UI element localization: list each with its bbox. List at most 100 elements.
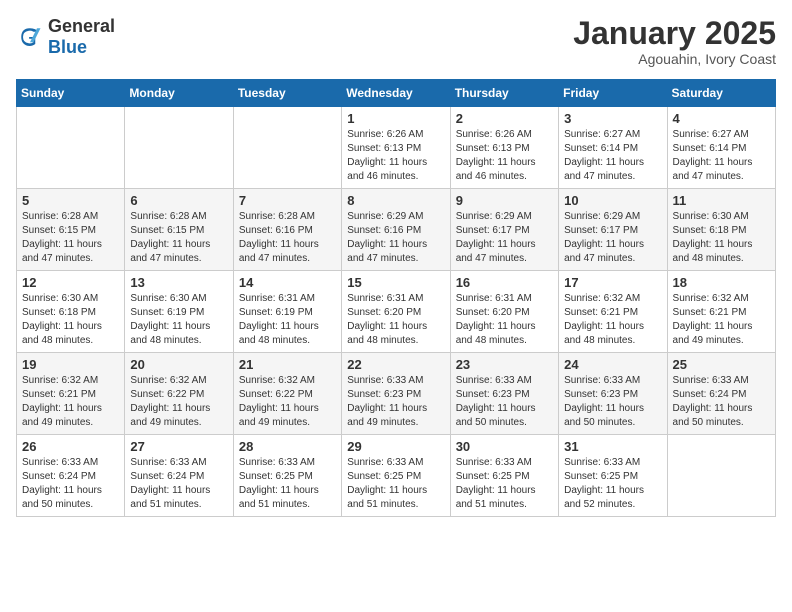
day-info: Sunrise: 6:32 AM Sunset: 6:21 PM Dayligh… [22, 374, 119, 430]
calendar-cell: 21Sunrise: 6:32 AM Sunset: 6:22 PM Dayli… [233, 353, 341, 435]
day-info: Sunrise: 6:33 AM Sunset: 6:23 PM Dayligh… [456, 374, 553, 430]
calendar-cell: 31 Sunrise: 6:33 AM Sunset: 6:25 PM Dayli… [559, 435, 667, 517]
calendar-cell [233, 107, 341, 189]
weekday-header-friday: Friday [559, 80, 667, 107]
calendar-cell: 19 Sunrise: 6:32 AM Sunset: 6:21 PM Dayli… [17, 353, 125, 435]
day-info: Sunrise: 6:32 AM Sunset: 6:21 PM Dayligh… [673, 292, 770, 348]
calendar-cell: 10Sunrise: 6:29 AM Sunset: 6:17 PM Dayli… [559, 189, 667, 271]
day-info: Sunrise: 6:30 AM Sunset: 6:18 PM Dayligh… [22, 292, 119, 348]
day-number: 1 [347, 111, 444, 126]
weekday-header-wednesday: Wednesday [342, 80, 450, 107]
calendar-cell: 18 Sunrise: 6:32 AM Sunset: 6:21 PM Dayli… [667, 271, 775, 353]
page-header: General Blue January 2025 Agouahin, Ivor… [16, 16, 776, 67]
logo-text: General Blue [48, 16, 115, 58]
day-info: Sunrise: 6:27 AM Sunset: 6:14 PM Dayligh… [564, 128, 661, 184]
calendar-cell: 5 Sunrise: 6:28 AM Sunset: 6:15 PM Daylig… [17, 189, 125, 271]
day-info: Sunrise: 6:32 AM Sunset: 6:22 PM Dayligh… [239, 374, 336, 430]
day-number: 8 [347, 193, 444, 208]
calendar-week-2: 5 Sunrise: 6:28 AM Sunset: 6:15 PM Daylig… [17, 189, 776, 271]
calendar-cell: 14Sunrise: 6:31 AM Sunset: 6:19 PM Dayli… [233, 271, 341, 353]
day-number: 27 [130, 439, 227, 454]
calendar-cell: 3 Sunrise: 6:27 AM Sunset: 6:14 PM Daylig… [559, 107, 667, 189]
day-number: 7 [239, 193, 336, 208]
day-info: Sunrise: 6:33 AM Sunset: 6:25 PM Dayligh… [239, 456, 336, 512]
calendar-table: SundayMondayTuesdayWednesdayThursdayFrid… [16, 79, 776, 517]
day-number: 25 [673, 357, 770, 372]
day-info: Sunrise: 6:33 AM Sunset: 6:23 PM Dayligh… [564, 374, 661, 430]
weekday-header-monday: Monday [125, 80, 233, 107]
day-number: 16 [456, 275, 553, 290]
day-number: 15 [347, 275, 444, 290]
calendar-week-5: 26 Sunrise: 6:33 AM Sunset: 6:24 PM Dayli… [17, 435, 776, 517]
day-info: Sunrise: 6:30 AM Sunset: 6:19 PM Dayligh… [130, 292, 227, 348]
day-info: Sunrise: 6:29 AM Sunset: 6:17 PM Dayligh… [456, 210, 553, 266]
calendar-cell: 13 Sunrise: 6:30 AM Sunset: 6:19 PM Dayli… [125, 271, 233, 353]
logo: General Blue [16, 16, 115, 58]
day-info: Sunrise: 6:32 AM Sunset: 6:22 PM Dayligh… [130, 374, 227, 430]
calendar-cell: 25 Sunrise: 6:33 AM Sunset: 6:24 PM Dayli… [667, 353, 775, 435]
weekday-header-tuesday: Tuesday [233, 80, 341, 107]
day-number: 12 [22, 275, 119, 290]
day-number: 13 [130, 275, 227, 290]
calendar-week-1: 1 Sunrise: 6:26 AM Sunset: 6:13 PM Daylig… [17, 107, 776, 189]
day-number: 30 [456, 439, 553, 454]
day-info: Sunrise: 6:33 AM Sunset: 6:25 PM Dayligh… [564, 456, 661, 512]
calendar-cell: 4 Sunrise: 6:27 AM Sunset: 6:14 PM Daylig… [667, 107, 775, 189]
day-number: 10 [564, 193, 661, 208]
day-number: 26 [22, 439, 119, 454]
day-info: Sunrise: 6:26 AM Sunset: 6:13 PM Dayligh… [456, 128, 553, 184]
calendar-cell: 6Sunrise: 6:28 AM Sunset: 6:15 PM Daylig… [125, 189, 233, 271]
day-number: 6 [130, 193, 227, 208]
day-info: Sunrise: 6:27 AM Sunset: 6:14 PM Dayligh… [673, 128, 770, 184]
day-info: Sunrise: 6:30 AM Sunset: 6:18 PM Dayligh… [673, 210, 770, 266]
day-number: 29 [347, 439, 444, 454]
day-info: Sunrise: 6:33 AM Sunset: 6:23 PM Dayligh… [347, 374, 444, 430]
day-info: Sunrise: 6:32 AM Sunset: 6:21 PM Dayligh… [564, 292, 661, 348]
day-info: Sunrise: 6:33 AM Sunset: 6:24 PM Dayligh… [130, 456, 227, 512]
day-number: 24 [564, 357, 661, 372]
day-number: 19 [22, 357, 119, 372]
weekday-header-row: SundayMondayTuesdayWednesdayThursdayFrid… [17, 80, 776, 107]
day-info: Sunrise: 6:26 AM Sunset: 6:13 PM Dayligh… [347, 128, 444, 184]
calendar-cell: 26 Sunrise: 6:33 AM Sunset: 6:24 PM Dayli… [17, 435, 125, 517]
day-number: 20 [130, 357, 227, 372]
logo-icon [16, 23, 44, 51]
day-number: 23 [456, 357, 553, 372]
calendar-cell: 17 Sunrise: 6:32 AM Sunset: 6:21 PM Dayli… [559, 271, 667, 353]
weekday-header-sunday: Sunday [17, 80, 125, 107]
weekday-header-thursday: Thursday [450, 80, 558, 107]
day-info: Sunrise: 6:33 AM Sunset: 6:24 PM Dayligh… [673, 374, 770, 430]
calendar-cell: 16Sunrise: 6:31 AM Sunset: 6:20 PM Dayli… [450, 271, 558, 353]
calendar-cell: 12 Sunrise: 6:30 AM Sunset: 6:18 PM Dayli… [17, 271, 125, 353]
day-number: 18 [673, 275, 770, 290]
month-title: January 2025 [573, 16, 776, 51]
day-info: Sunrise: 6:33 AM Sunset: 6:24 PM Dayligh… [22, 456, 119, 512]
day-info: Sunrise: 6:33 AM Sunset: 6:25 PM Dayligh… [456, 456, 553, 512]
weekday-header-saturday: Saturday [667, 80, 775, 107]
logo-blue: Blue [48, 37, 87, 57]
calendar-cell: 9 Sunrise: 6:29 AM Sunset: 6:17 PM Daylig… [450, 189, 558, 271]
day-number: 3 [564, 111, 661, 126]
calendar-week-3: 12 Sunrise: 6:30 AM Sunset: 6:18 PM Dayli… [17, 271, 776, 353]
calendar-cell: 20 Sunrise: 6:32 AM Sunset: 6:22 PM Dayli… [125, 353, 233, 435]
day-number: 31 [564, 439, 661, 454]
day-number: 2 [456, 111, 553, 126]
title-block: January 2025 Agouahin, Ivory Coast [573, 16, 776, 67]
day-number: 4 [673, 111, 770, 126]
day-number: 17 [564, 275, 661, 290]
calendar-cell: 1 Sunrise: 6:26 AM Sunset: 6:13 PM Daylig… [342, 107, 450, 189]
calendar-cell [125, 107, 233, 189]
calendar-cell: 11Sunrise: 6:30 AM Sunset: 6:18 PM Dayli… [667, 189, 775, 271]
day-info: Sunrise: 6:33 AM Sunset: 6:25 PM Dayligh… [347, 456, 444, 512]
calendar-cell: 29 Sunrise: 6:33 AM Sunset: 6:25 PM Dayli… [342, 435, 450, 517]
calendar-cell: 15Sunrise: 6:31 AM Sunset: 6:20 PM Dayli… [342, 271, 450, 353]
day-number: 5 [22, 193, 119, 208]
calendar-cell: 27 Sunrise: 6:33 AM Sunset: 6:24 PM Dayli… [125, 435, 233, 517]
calendar-cell: 22Sunrise: 6:33 AM Sunset: 6:23 PM Dayli… [342, 353, 450, 435]
calendar-cell: 2 Sunrise: 6:26 AM Sunset: 6:13 PM Daylig… [450, 107, 558, 189]
calendar-cell [17, 107, 125, 189]
day-number: 9 [456, 193, 553, 208]
day-info: Sunrise: 6:28 AM Sunset: 6:15 PM Dayligh… [22, 210, 119, 266]
calendar-cell: 8Sunrise: 6:29 AM Sunset: 6:16 PM Daylig… [342, 189, 450, 271]
calendar-week-4: 19 Sunrise: 6:32 AM Sunset: 6:21 PM Dayli… [17, 353, 776, 435]
